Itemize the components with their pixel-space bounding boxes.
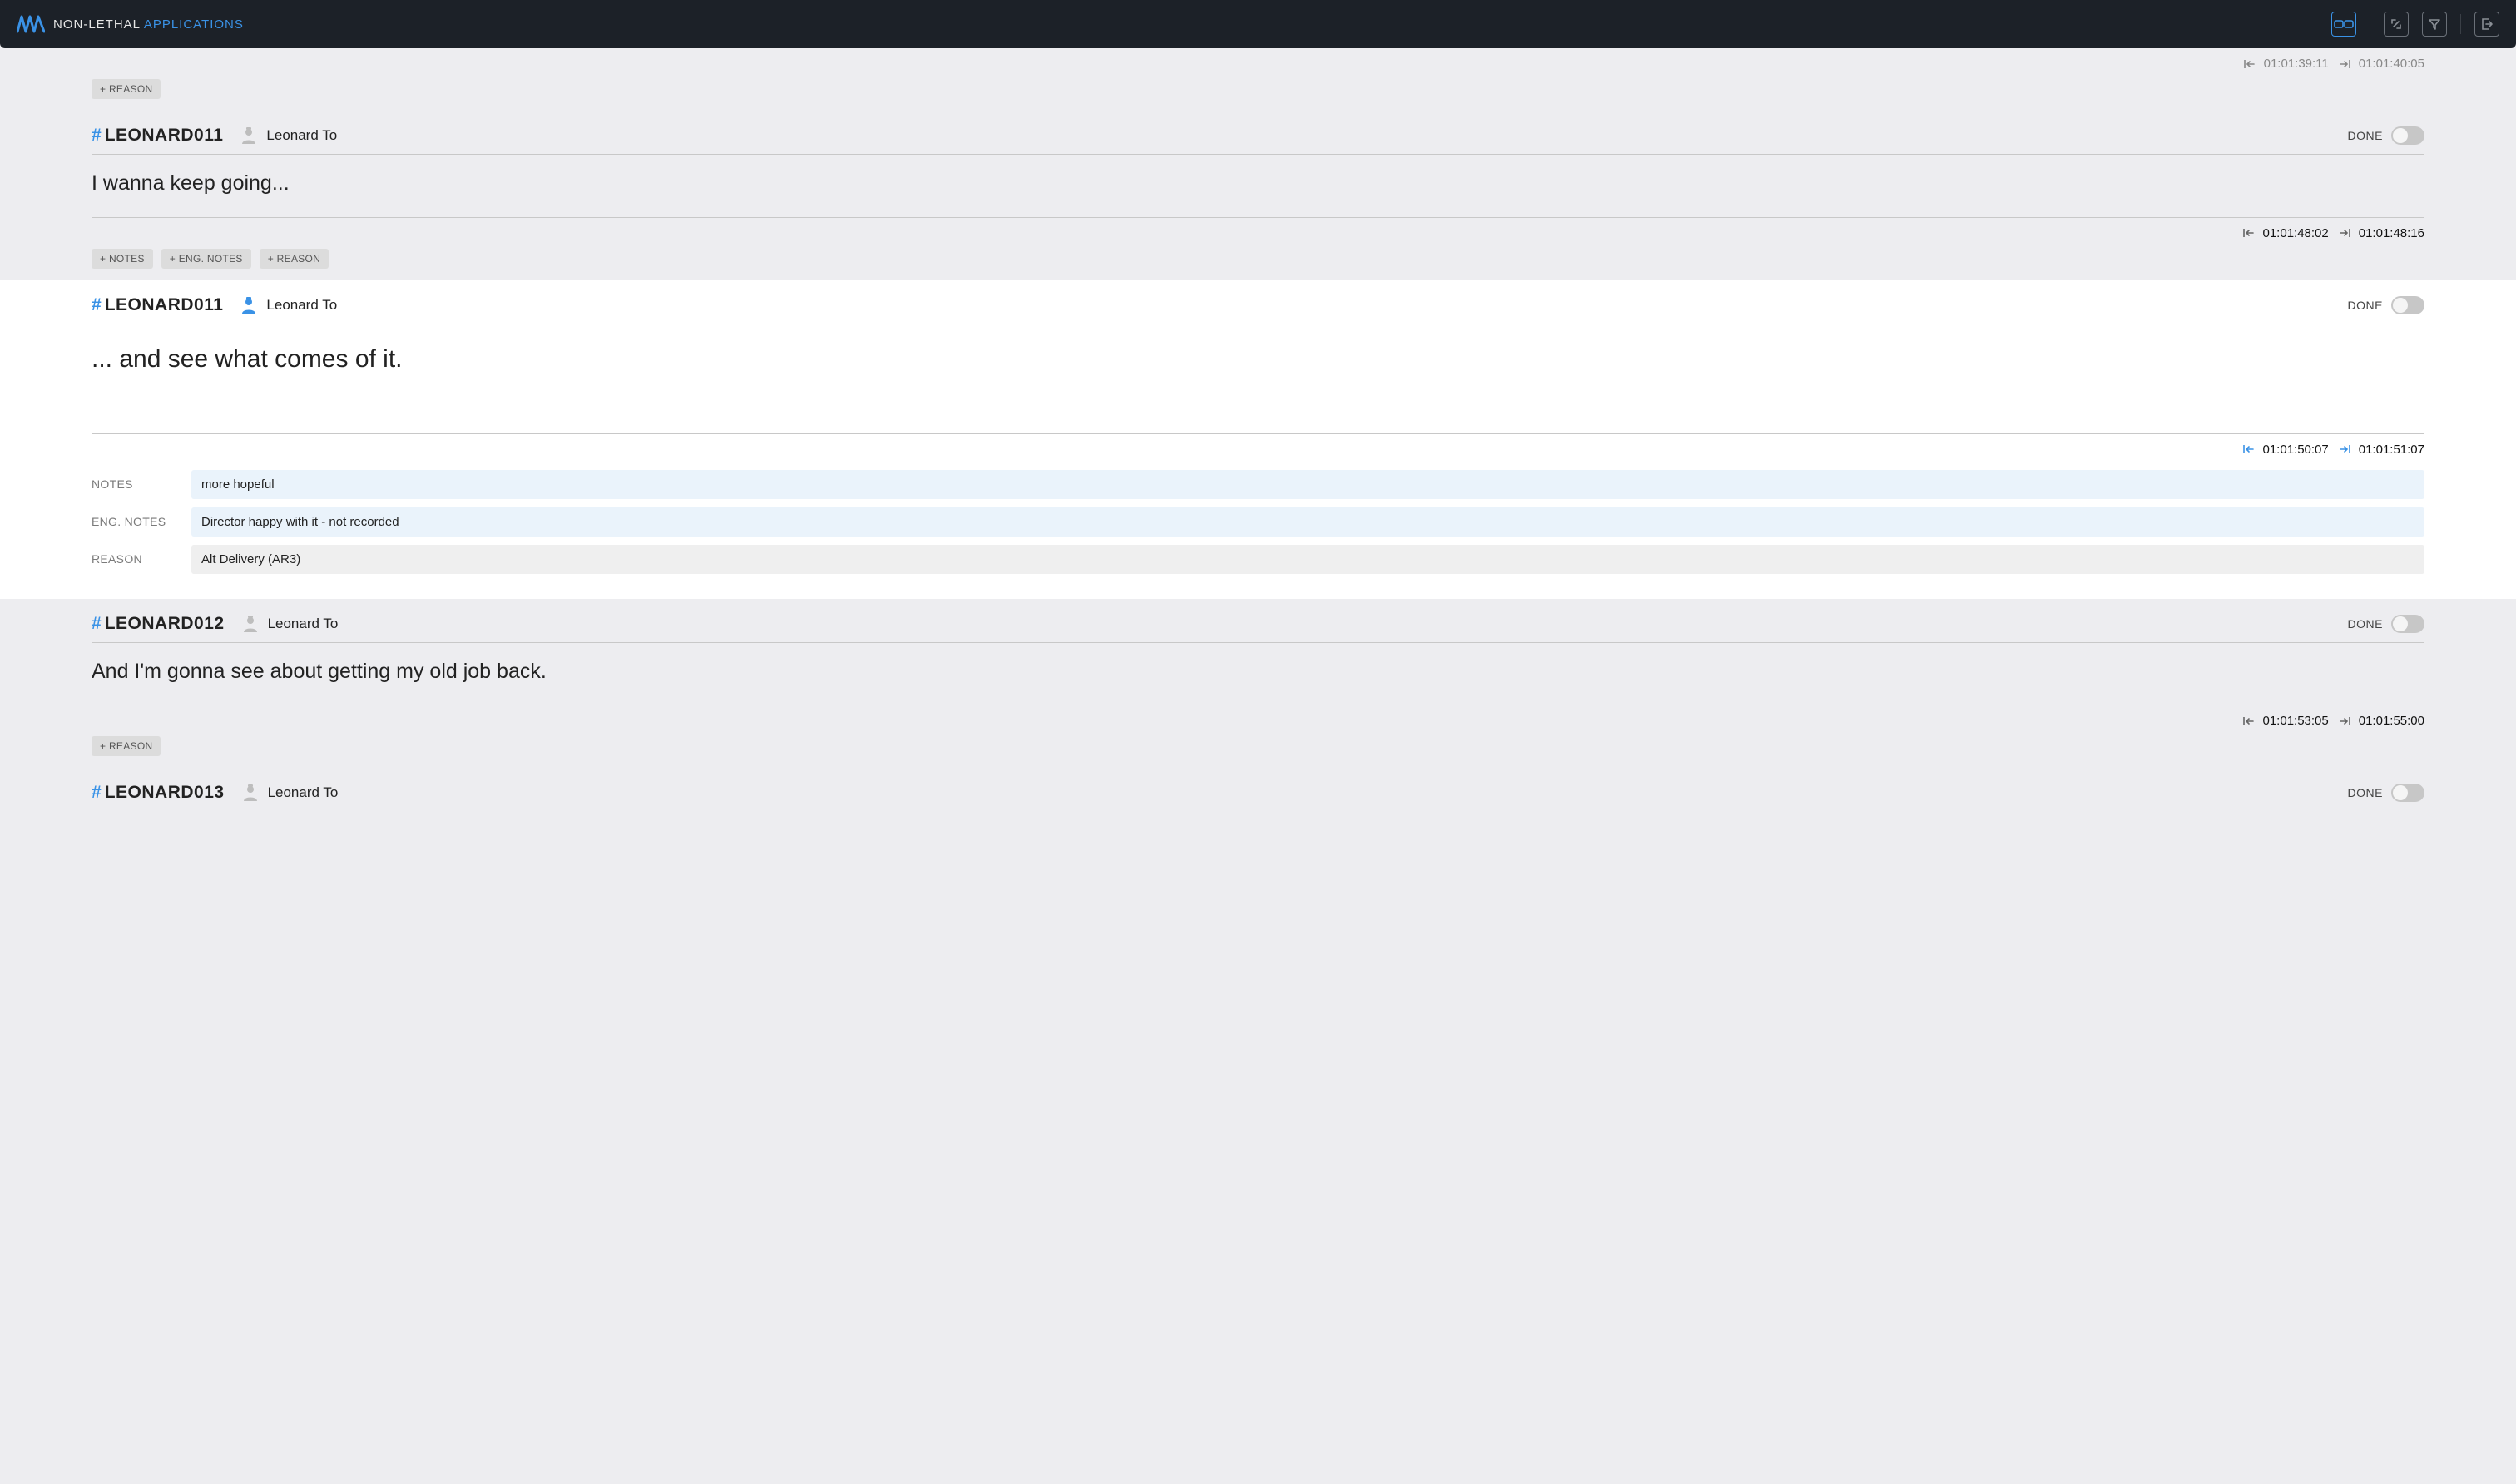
tc-in-icon xyxy=(2243,444,2258,454)
timecode-row: 01:01:50:07 01:01:51:07 xyxy=(92,433,2424,465)
add-buttons-row: + REASON xyxy=(92,79,2424,111)
tc-out-value: 01:01:51:07 xyxy=(2359,443,2424,457)
person-icon xyxy=(241,297,256,314)
done-label: DONE xyxy=(2348,786,2383,799)
meta-label-notes: NOTES xyxy=(92,477,191,491)
add-buttons-row: + REASON xyxy=(92,736,2424,768)
tc-in-value: 01:01:48:02 xyxy=(2263,226,2329,240)
character-name[interactable]: Leonard To xyxy=(266,297,337,314)
cue-record: # LEONARD011 Leonard To DONE I wanna kee… xyxy=(92,111,2424,280)
cue-record: 01:01:39:11 01:01:40:05 + REASON xyxy=(92,48,2424,111)
done-label: DONE xyxy=(2348,129,2383,142)
add-reason-button[interactable]: + REASON xyxy=(260,249,329,269)
meta-value-reason[interactable]: Alt Delivery (AR3) xyxy=(191,545,2424,574)
tc-in-group[interactable]: 01:01:53:05 xyxy=(2243,714,2329,728)
cue-id[interactable]: LEONARD013 xyxy=(105,783,225,803)
hash-icon: # xyxy=(92,126,102,146)
tc-in-group[interactable]: 01:01:39:11 xyxy=(2244,57,2329,71)
person-icon xyxy=(243,784,258,801)
add-reason-button[interactable]: + REASON xyxy=(92,736,161,756)
done-label: DONE xyxy=(2348,299,2383,312)
tc-out-icon xyxy=(2339,444,2354,454)
tc-out-group[interactable]: 01:01:40:05 xyxy=(2339,57,2424,71)
tc-out-group[interactable]: 01:01:51:07 xyxy=(2339,443,2424,457)
tc-out-group[interactable]: 01:01:55:00 xyxy=(2339,714,2424,728)
tc-in-value: 01:01:39:11 xyxy=(2264,57,2329,71)
cue-header: # LEONARD013 Leonard To DONE xyxy=(92,783,2424,803)
brand: NON-LETHAL APPLICATIONS xyxy=(17,15,244,33)
meta-label-eng-notes: ENG. NOTES xyxy=(92,515,191,528)
add-notes-button[interactable]: + NOTES xyxy=(92,249,153,269)
filter-icon[interactable] xyxy=(2422,12,2447,37)
tc-in-icon xyxy=(2243,228,2258,238)
cue-record: # LEONARD012 Leonard To DONE And I'm gon… xyxy=(92,599,2424,769)
topbar-actions xyxy=(2331,12,2499,37)
meta-row-notes: NOTES more hopeful xyxy=(92,470,2424,499)
person-icon xyxy=(243,616,258,632)
tc-out-value: 01:01:48:16 xyxy=(2359,226,2424,240)
cue-header: # LEONARD011 Leonard To DONE xyxy=(92,295,2424,324)
tc-out-icon xyxy=(2339,59,2354,69)
cue-header: # LEONARD011 Leonard To DONE xyxy=(92,126,2424,155)
cue-meta: NOTES more hopeful ENG. NOTES Director h… xyxy=(92,465,2424,599)
add-eng-notes-button[interactable]: + ENG. NOTES xyxy=(161,249,251,269)
tc-in-icon xyxy=(2244,59,2259,69)
logout-icon[interactable] xyxy=(2474,12,2499,37)
brand-text-2: APPLICATIONS xyxy=(144,17,244,32)
dialogue-text[interactable]: And I'm gonna see about getting my old j… xyxy=(92,643,2424,705)
cue-record: # LEONARD013 Leonard To DONE xyxy=(92,768,2424,803)
cue-id[interactable]: LEONARD012 xyxy=(105,614,225,634)
cue-id[interactable]: LEONARD011 xyxy=(105,295,224,315)
cue-header: # LEONARD012 Leonard To DONE xyxy=(92,614,2424,643)
separator xyxy=(2460,14,2461,34)
hash-icon: # xyxy=(92,614,102,634)
brand-text-1: NON-LETHAL xyxy=(53,17,140,32)
tc-in-value: 01:01:50:07 xyxy=(2263,443,2329,457)
character-name[interactable]: Leonard To xyxy=(268,616,339,632)
topbar: NON-LETHAL APPLICATIONS xyxy=(0,0,2516,48)
timecode-row: 01:01:48:02 01:01:48:16 xyxy=(92,217,2424,249)
done-toggle[interactable] xyxy=(2391,296,2424,314)
person-icon xyxy=(241,127,256,144)
dialogue-text[interactable]: ... and see what comes of it. xyxy=(92,324,2424,433)
tc-out-value: 01:01:55:00 xyxy=(2359,714,2424,728)
meta-value-notes[interactable]: more hopeful xyxy=(191,470,2424,499)
dialogue-text[interactable]: I wanna keep going... xyxy=(92,155,2424,217)
hash-icon: # xyxy=(92,783,102,803)
tc-in-group[interactable]: 01:01:48:02 xyxy=(2243,226,2329,240)
cue-record-selected: # LEONARD011 Leonard To DONE ... and see… xyxy=(0,280,2516,599)
tc-out-value: 01:01:40:05 xyxy=(2359,57,2424,71)
brand-text: NON-LETHAL APPLICATIONS xyxy=(53,17,244,32)
character-name[interactable]: Leonard To xyxy=(266,127,337,144)
timecode-row: 01:01:39:11 01:01:40:05 xyxy=(92,48,2424,79)
done-label: DONE xyxy=(2348,617,2383,631)
expand-icon[interactable] xyxy=(2384,12,2409,37)
tc-in-group[interactable]: 01:01:50:07 xyxy=(2243,443,2329,457)
link-icon[interactable] xyxy=(2331,12,2356,37)
hash-icon: # xyxy=(92,295,102,315)
tc-out-group[interactable]: 01:01:48:16 xyxy=(2339,226,2424,240)
brand-logo xyxy=(17,15,45,33)
meta-row-reason: REASON Alt Delivery (AR3) xyxy=(92,545,2424,574)
tc-in-icon xyxy=(2243,716,2258,726)
meta-label-reason: REASON xyxy=(92,552,191,566)
content: 01:01:39:11 01:01:40:05 + REASON # LEONA… xyxy=(0,48,2516,836)
done-toggle[interactable] xyxy=(2391,784,2424,802)
cue-id[interactable]: LEONARD011 xyxy=(105,126,224,146)
meta-value-eng-notes[interactable]: Director happy with it - not recorded xyxy=(191,507,2424,537)
tc-in-value: 01:01:53:05 xyxy=(2263,714,2329,728)
done-toggle[interactable] xyxy=(2391,126,2424,145)
character-name[interactable]: Leonard To xyxy=(268,784,339,801)
add-reason-button[interactable]: + REASON xyxy=(92,79,161,99)
meta-row-eng-notes: ENG. NOTES Director happy with it - not … xyxy=(92,507,2424,537)
timecode-row: 01:01:53:05 01:01:55:00 xyxy=(92,705,2424,736)
tc-out-icon xyxy=(2339,716,2354,726)
done-toggle[interactable] xyxy=(2391,615,2424,633)
tc-out-icon xyxy=(2339,228,2354,238)
add-buttons-row: + NOTES + ENG. NOTES + REASON xyxy=(92,249,2424,280)
